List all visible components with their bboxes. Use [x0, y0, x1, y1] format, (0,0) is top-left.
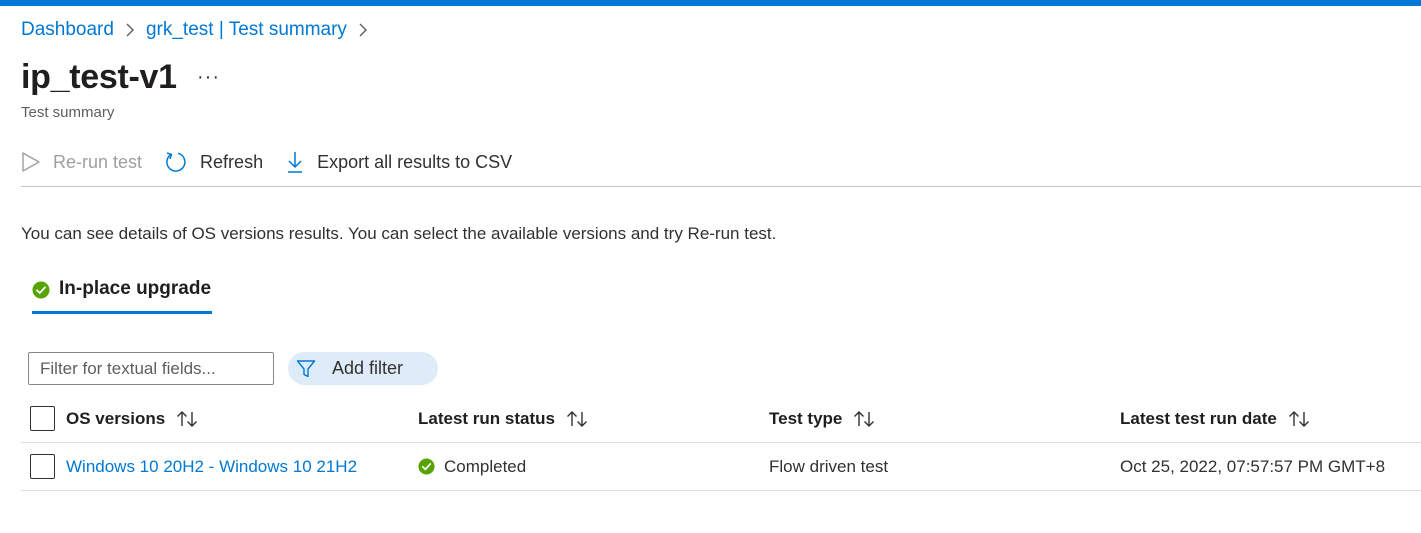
refresh-icon [166, 152, 186, 172]
rerun-test-label: Re-run test [53, 151, 143, 172]
test-type-cell: Flow driven test [769, 443, 888, 490]
os-versions-cell: Windows 10 20H2 - Windows 10 21H2 [66, 443, 357, 490]
table-header-row: OS versions Latest run status Test type … [21, 395, 1421, 443]
select-all-checkbox[interactable] [30, 406, 55, 431]
play-icon [22, 152, 40, 172]
status-cell: Completed [418, 443, 526, 490]
command-bar: Re-run test Refresh Export all results t… [21, 145, 1421, 187]
page-title: ip_test-v1 [21, 58, 177, 96]
refresh-button[interactable]: Refresh [164, 145, 263, 179]
column-header-os-versions[interactable]: OS versions [66, 395, 199, 442]
refresh-label: Refresh [200, 151, 264, 172]
results-table: OS versions Latest run status Test type … [21, 395, 1421, 491]
test-type-text: Flow driven test [769, 456, 889, 476]
tab-selected-indicator [32, 311, 212, 314]
chevron-right-icon [358, 23, 368, 37]
table-row[interactable]: Windows 10 20H2 - Windows 10 21H2 Comple… [21, 443, 1421, 491]
description-text: You can see details of OS versions resul… [21, 224, 777, 243]
breadcrumb-test-summary[interactable]: grk_test | Test summary [146, 19, 347, 41]
row-checkbox[interactable] [30, 454, 55, 479]
row-select-cell [30, 443, 55, 490]
sort-icon[interactable] [1287, 409, 1311, 429]
column-header-label: Latest test run date [1120, 408, 1277, 428]
tab-in-place-upgrade[interactable]: In-place upgrade [32, 278, 211, 314]
tab-label: In-place upgrade [59, 278, 212, 299]
filter-input[interactable] [28, 352, 274, 385]
more-options-button[interactable]: ··· [197, 66, 220, 89]
export-csv-label: Export all results to CSV [317, 151, 513, 172]
top-accent-bar [0, 0, 1421, 6]
column-header-latest-test-run-date[interactable]: Latest test run date [1120, 395, 1311, 442]
date-text: Oct 25, 2022, 07:57:57 PM GMT+8 [1120, 456, 1386, 476]
select-all-cell [30, 395, 55, 442]
success-check-icon [418, 458, 435, 475]
column-header-latest-run-status[interactable]: Latest run status [418, 395, 589, 442]
column-header-label: OS versions [66, 408, 166, 428]
sort-icon[interactable] [175, 409, 199, 429]
page-subtitle: Test summary [21, 104, 115, 121]
column-header-label: Latest run status [418, 408, 555, 428]
download-icon [288, 152, 303, 173]
breadcrumb-dashboard[interactable]: Dashboard [21, 19, 114, 41]
rerun-test-button[interactable]: Re-run test [21, 145, 142, 179]
chevron-right-icon [125, 23, 135, 37]
add-filter-label: Add filter [332, 358, 404, 378]
column-header-test-type[interactable]: Test type [769, 395, 876, 442]
success-check-icon [32, 281, 50, 299]
sort-icon[interactable] [565, 409, 589, 429]
os-versions-link[interactable]: Windows 10 20H2 - Windows 10 21H2 [66, 457, 357, 477]
filter-icon [296, 359, 316, 377]
add-filter-button[interactable]: Add filter [288, 352, 438, 385]
date-cell: Oct 25, 2022, 07:57:57 PM GMT+8 [1120, 443, 1385, 490]
sort-icon[interactable] [852, 409, 876, 429]
status-text: Completed [444, 456, 527, 476]
breadcrumb: Dashboard grk_test | Test summary [21, 19, 379, 41]
column-header-label: Test type [769, 408, 843, 428]
export-csv-button[interactable]: Export all results to CSV [285, 145, 512, 179]
